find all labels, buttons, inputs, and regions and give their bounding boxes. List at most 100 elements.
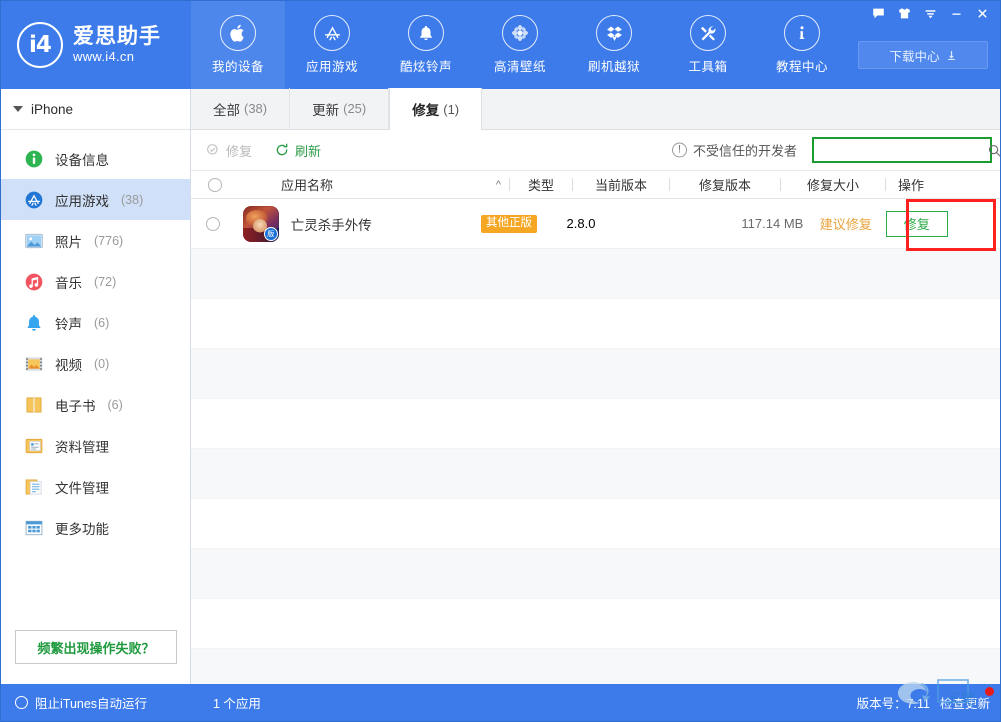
sidebar-item-videos[interactable]: 视频 (0) bbox=[1, 343, 190, 384]
itunes-toggle[interactable]: 阻止iTunes自动运行 bbox=[1, 693, 191, 712]
refresh-button-label: 刷新 bbox=[295, 141, 321, 160]
tab-repair[interactable]: 修复 (1) bbox=[389, 88, 482, 130]
sidebar-item-file-management[interactable]: 文件管理 bbox=[1, 466, 190, 507]
column-header-action[interactable]: 操作 bbox=[886, 175, 986, 194]
checkbox-circle-icon[interactable] bbox=[208, 178, 222, 192]
row-checkbox[interactable] bbox=[191, 217, 235, 231]
empty-rows bbox=[191, 249, 1001, 699]
sidebar-item-label: 铃声 bbox=[55, 313, 82, 333]
toolbar: 修复 刷新 ! 不受信任的开发者 bbox=[191, 130, 1001, 170]
sidebar-item-music[interactable]: 音乐 (72) bbox=[1, 261, 190, 302]
operation-failure-help-button[interactable]: 频繁出现操作失败？ bbox=[15, 630, 177, 664]
tab-count: (38) bbox=[244, 101, 267, 116]
device-selector[interactable]: iPhone bbox=[1, 89, 190, 130]
download-arrow-icon bbox=[946, 50, 957, 61]
device-name: iPhone bbox=[31, 102, 73, 117]
toggle-circle-icon[interactable] bbox=[15, 696, 28, 709]
sidebar-item-label: 应用游戏 bbox=[55, 190, 109, 210]
nav-label: 工具箱 bbox=[688, 56, 727, 75]
appstore-icon bbox=[314, 15, 350, 51]
search-box[interactable] bbox=[812, 137, 992, 163]
nav-item-tutorials[interactable]: 教程中心 bbox=[755, 1, 849, 89]
openbox-icon bbox=[596, 15, 632, 51]
repair-button-label: 修复 bbox=[226, 141, 252, 160]
untrusted-developer-label: 不受信任的开发者 bbox=[693, 141, 797, 160]
sidebar-item-data-management[interactable]: 资料管理 bbox=[1, 425, 190, 466]
check-update-button[interactable]: 检查更新 bbox=[940, 693, 990, 712]
app-icon: 版 bbox=[243, 206, 279, 242]
empty-row bbox=[191, 349, 1001, 399]
download-center-label: 下载中心 bbox=[889, 46, 939, 65]
search-input[interactable] bbox=[814, 139, 987, 161]
feedback-icon[interactable] bbox=[866, 4, 890, 23]
photo-icon bbox=[23, 230, 45, 252]
untrusted-developer-link[interactable]: ! 不受信任的开发者 bbox=[672, 141, 797, 160]
video-icon bbox=[23, 353, 45, 375]
column-header-fix-version[interactable]: 修复版本 bbox=[670, 175, 780, 194]
select-all-checkbox[interactable] bbox=[191, 178, 239, 192]
column-header-fix-size[interactable]: 修复大小 bbox=[781, 175, 885, 194]
table-row[interactable]: 版 亡灵杀手外传 其他正版 2.8.0 117.14 MB 建议修复 修复 bbox=[191, 199, 1001, 249]
sidebar-item-ringtones[interactable]: 铃声 (6) bbox=[1, 302, 190, 343]
nav-label: 我的设备 bbox=[212, 56, 264, 75]
column-header-app-name[interactable]: 应用名称 ^ bbox=[239, 175, 509, 194]
empty-row bbox=[191, 449, 1001, 499]
nav-item-wallpapers[interactable]: 高清壁纸 bbox=[473, 1, 567, 89]
tab-all[interactable]: 全部 (38) bbox=[191, 88, 290, 129]
bell-icon bbox=[23, 312, 45, 334]
refresh-button[interactable]: 刷新 bbox=[274, 141, 321, 160]
nav-item-toolbox[interactable]: 工具箱 bbox=[661, 1, 755, 89]
sidebar-item-photos[interactable]: 照片 (776) bbox=[1, 220, 190, 261]
sidebar-item-apps-games[interactable]: 应用游戏 (38) bbox=[1, 179, 190, 220]
minimize-icon[interactable] bbox=[944, 4, 968, 23]
book-icon bbox=[23, 394, 45, 416]
skin-icon[interactable] bbox=[892, 4, 916, 23]
type-badge: 其他正版 bbox=[481, 215, 537, 233]
row-repair-button[interactable]: 修复 bbox=[886, 211, 948, 237]
status-bar: 阻止iTunes自动运行 1 个应用 版本号：7.11 检查更新 天地 bbox=[1, 684, 1001, 721]
sort-ascending-icon[interactable]: ^ bbox=[496, 179, 509, 191]
close-icon[interactable] bbox=[970, 4, 994, 23]
sidebar-item-label: 音乐 bbox=[55, 272, 82, 292]
search-icon[interactable] bbox=[987, 143, 1001, 158]
cell-current-version: 2.8.0 bbox=[537, 216, 624, 231]
sidebar-item-count: (0) bbox=[94, 357, 109, 371]
repair-button[interactable]: 修复 bbox=[205, 141, 252, 160]
app-icon-badge: 版 bbox=[264, 227, 278, 241]
window-controls bbox=[866, 4, 994, 23]
cell-type: 其他正版 bbox=[481, 214, 538, 233]
appstore-icon bbox=[23, 189, 45, 211]
download-center-button[interactable]: 下载中心 bbox=[858, 41, 988, 69]
more-grid-icon bbox=[23, 517, 45, 539]
empty-row bbox=[191, 499, 1001, 549]
column-header-current-version[interactable]: 当前版本 bbox=[573, 175, 669, 194]
sidebar: iPhone 设备信息 应用游戏 (38) bbox=[1, 89, 191, 686]
nav-item-flash-jailbreak[interactable]: 刷机越狱 bbox=[567, 1, 661, 89]
nav-label: 应用游戏 bbox=[306, 56, 358, 75]
version-label: 版本号：7.11 bbox=[857, 693, 930, 712]
nav-item-ringtones[interactable]: 酷炫铃声 bbox=[379, 1, 473, 89]
tab-update[interactable]: 更新 (25) bbox=[290, 88, 389, 129]
app-name-label: 亡灵杀手外传 bbox=[291, 214, 372, 234]
file-manage-icon bbox=[23, 476, 45, 498]
nav-label: 酷炫铃声 bbox=[400, 56, 452, 75]
empty-row bbox=[191, 299, 1001, 349]
tab-label: 更新 bbox=[312, 99, 339, 119]
sidebar-item-count: (776) bbox=[94, 234, 123, 248]
sidebar-item-label: 更多功能 bbox=[55, 518, 109, 538]
tab-strip: 全部 (38) 更新 (25) 修复 (1) bbox=[191, 89, 1001, 130]
tab-count: (25) bbox=[343, 101, 366, 116]
update-available-dot bbox=[985, 687, 994, 696]
sidebar-item-ebooks[interactable]: 电子书 (6) bbox=[1, 384, 190, 425]
exclamation-circle-icon: ! bbox=[672, 143, 687, 158]
nav-item-apps-games[interactable]: 应用游戏 bbox=[285, 1, 379, 89]
nav-item-my-device[interactable]: 我的设备 bbox=[191, 1, 285, 89]
flower-icon bbox=[502, 15, 538, 51]
music-icon bbox=[23, 271, 45, 293]
chevron-down-icon bbox=[13, 106, 23, 112]
sidebar-item-device-info[interactable]: 设备信息 bbox=[1, 138, 190, 179]
sidebar-item-more-features[interactable]: 更多功能 bbox=[1, 507, 190, 548]
column-header-type[interactable]: 类型 bbox=[510, 175, 572, 194]
checkbox-circle-icon[interactable] bbox=[206, 217, 220, 231]
menu-icon[interactable] bbox=[918, 4, 942, 23]
